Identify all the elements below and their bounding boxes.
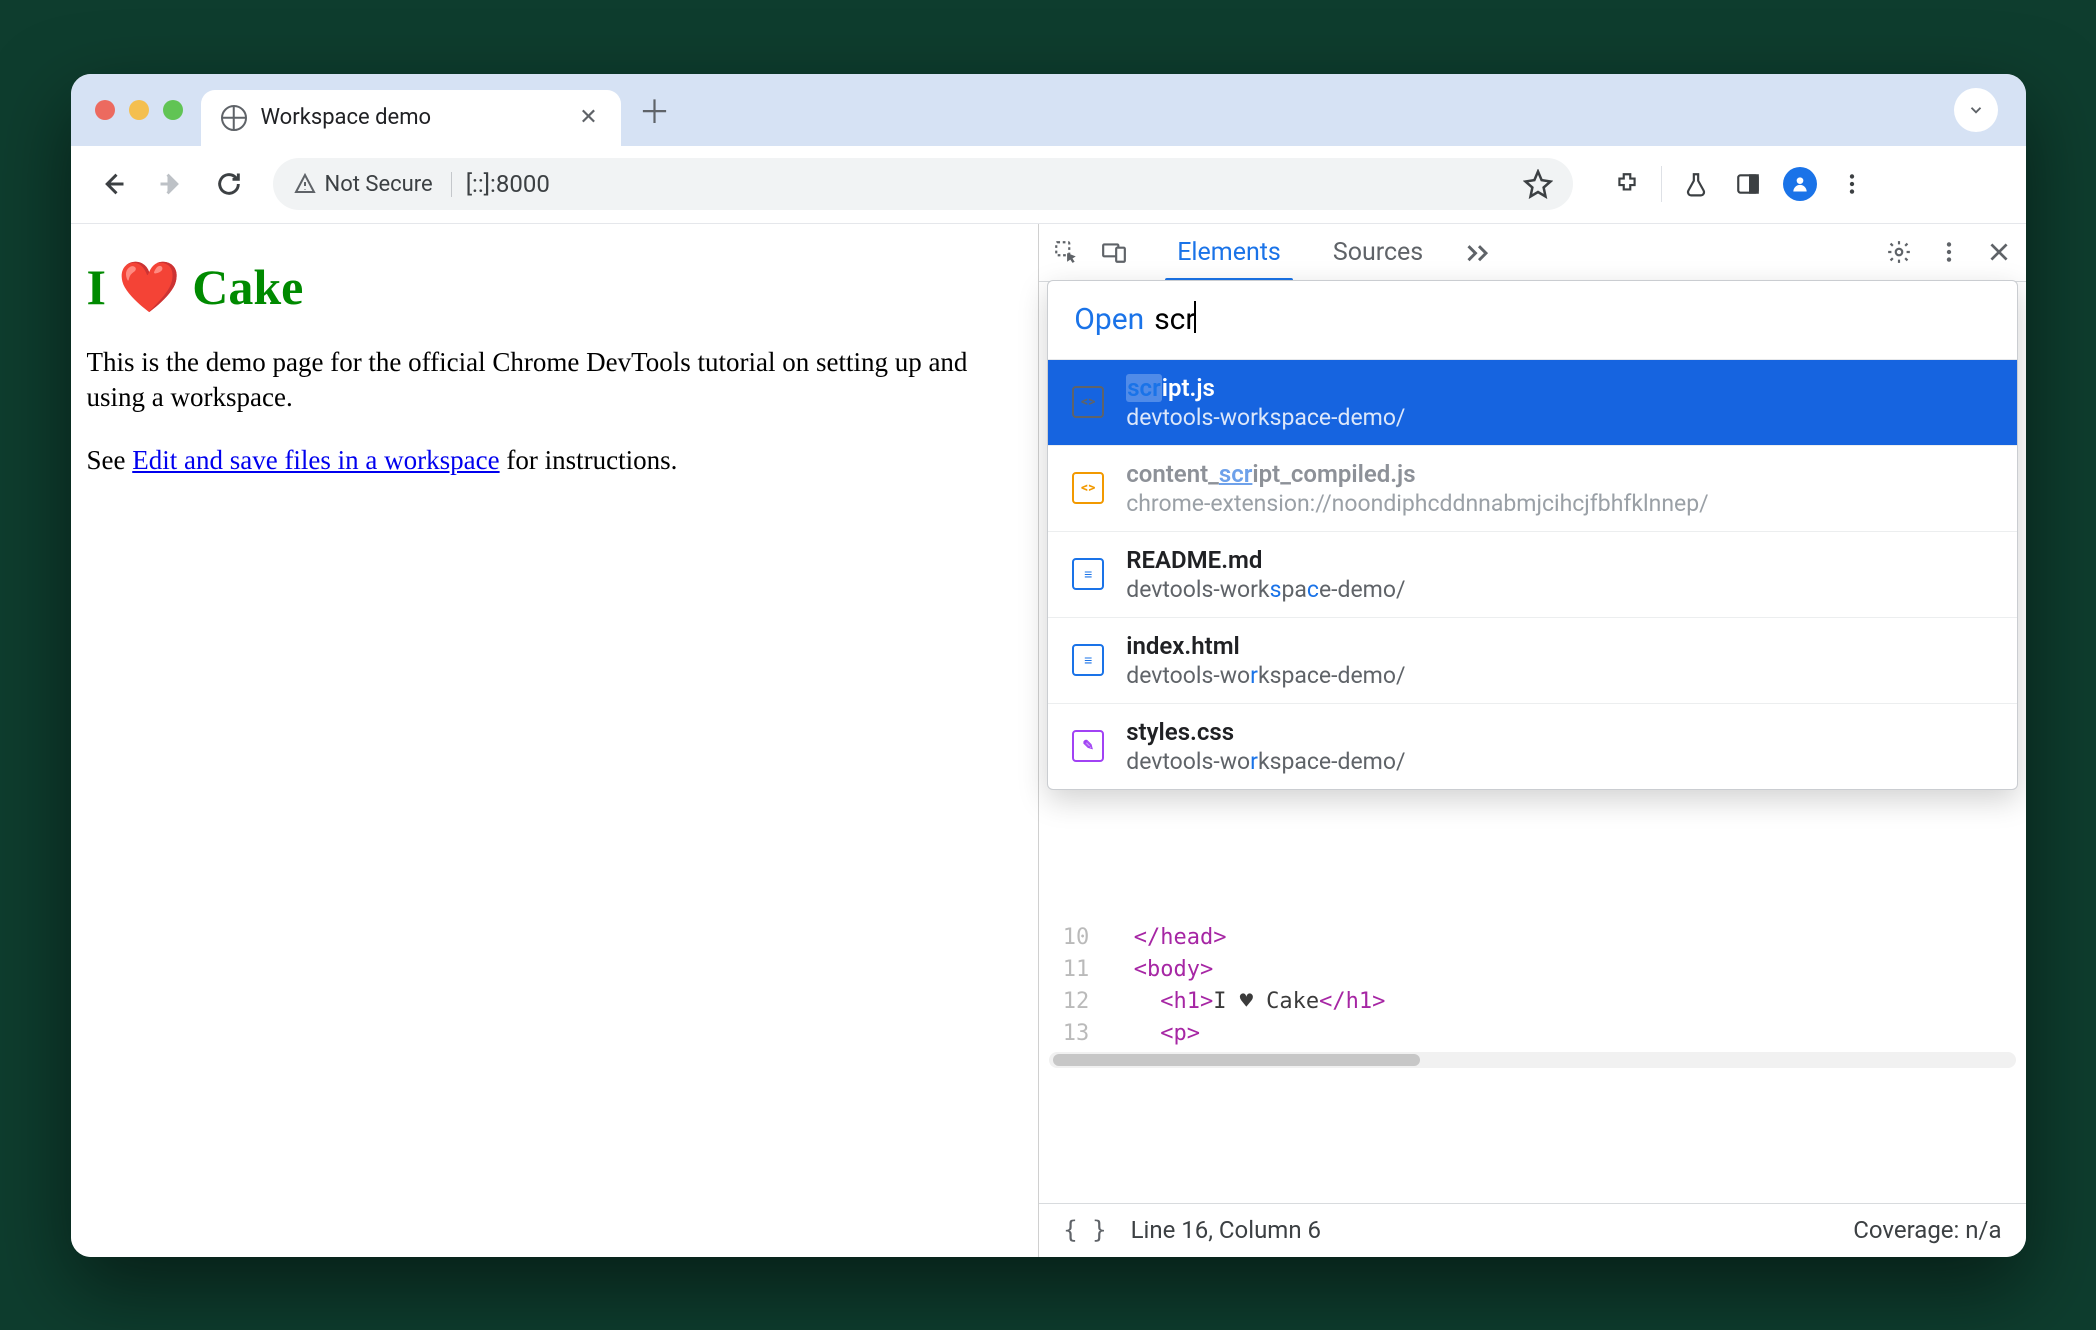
result-filename: script.js [1126, 374, 1405, 402]
code-text: <p> [1107, 1018, 1200, 1050]
result-path: devtools-workspace-demo/ [1126, 404, 1405, 431]
content-area: I ❤️ Cake This is the demo page for the … [71, 224, 2026, 1257]
window-minimize[interactable] [129, 100, 149, 120]
open-file-result[interactable]: ✎ styles.cssdevtools-workspace-demo/ [1048, 704, 2016, 789]
scrollbar-thumb[interactable] [1053, 1054, 1420, 1066]
profile-button[interactable] [1776, 160, 1824, 208]
avatar-icon [1783, 167, 1817, 201]
open-file-result[interactable]: ≡ README.mddevtools-workspace-demo/ [1048, 532, 2016, 618]
page-heading: I ❤️ Cake [87, 258, 1023, 317]
browser-toolbar: Not Secure [::]:8000 [71, 146, 2026, 224]
open-file-result[interactable]: ≡ index.htmldevtools-workspace-demo/ [1048, 618, 2016, 704]
side-panel-button[interactable] [1724, 160, 1772, 208]
kebab-menu-icon[interactable] [1934, 237, 1964, 267]
window-maximize[interactable] [163, 100, 183, 120]
inspect-icon[interactable] [1051, 237, 1081, 267]
result-filename: index.html [1126, 632, 1405, 660]
script-file-icon: <> [1072, 472, 1104, 504]
tab-elements[interactable]: Elements [1151, 224, 1307, 281]
open-query: scr [1154, 301, 1195, 337]
code-line[interactable]: 11 <body> [1039, 954, 2025, 986]
pretty-print-icon[interactable]: { } [1063, 1216, 1106, 1244]
page-paragraph-1: This is the demo page for the official C… [87, 345, 1023, 415]
device-mode-icon[interactable] [1099, 237, 1129, 267]
script-file-icon: <> [1072, 386, 1104, 418]
page-paragraph-2: See Edit and save files in a workspace f… [87, 443, 1023, 478]
tab-title: Workspace demo [261, 105, 563, 130]
open-file-input[interactable]: Open scr [1048, 281, 2016, 360]
tab-sources[interactable]: Sources [1307, 224, 1449, 281]
traffic-lights [81, 100, 201, 120]
code-line[interactable]: 13 <p> [1039, 1018, 2025, 1050]
security-label: Not Secure [325, 172, 433, 197]
back-button[interactable] [89, 160, 137, 208]
line-number: 12 [1039, 986, 1107, 1018]
globe-icon [221, 105, 247, 131]
bookmark-button[interactable] [1523, 169, 1553, 199]
text-caret [1194, 301, 1196, 333]
line-number: 11 [1039, 954, 1107, 986]
code-text: </head> [1107, 922, 1226, 954]
open-file-result[interactable]: <> content_script_compiled.jschrome-exten… [1048, 446, 2016, 532]
window-close[interactable] [95, 100, 115, 120]
code-text: <body> [1107, 954, 1213, 986]
result-path: devtools-workspace-demo/ [1126, 576, 1405, 603]
stylesheet-file-icon: ✎ [1072, 730, 1104, 762]
document-file-icon: ≡ [1072, 558, 1104, 590]
rendered-page: I ❤️ Cake This is the demo page for the … [71, 224, 1039, 1257]
tabs-overflow-icon[interactable] [1449, 224, 1509, 281]
devtools-panel: Elements Sources [1038, 224, 2025, 1257]
result-filename: content_script_compiled.js [1126, 460, 1708, 488]
devtools-statusbar: { } Line 16, Column 6 Coverage: n/a [1039, 1203, 2025, 1257]
divider [1661, 166, 1662, 202]
devtools-body: 10 </head>11 <body>12 <h1>I ♥ Cake</h1>1… [1039, 282, 2025, 1203]
devtools-tabbar: Elements Sources [1039, 224, 2025, 282]
settings-icon[interactable] [1884, 237, 1914, 267]
horizontal-scrollbar[interactable] [1049, 1052, 2015, 1068]
open-label: Open [1074, 302, 1144, 337]
result-path: chrome-extension://noondiphcddnnabmjcihc… [1126, 490, 1708, 517]
tab-strip: Workspace demo ✕ ＋ [71, 74, 2026, 146]
coverage-status: Coverage: n/a [1853, 1216, 2001, 1244]
browser-tab[interactable]: Workspace demo ✕ [201, 90, 621, 146]
new-tab-button[interactable]: ＋ [633, 88, 677, 132]
result-path: devtools-workspace-demo/ [1126, 748, 1405, 775]
menu-button[interactable] [1828, 160, 1876, 208]
line-number: 13 [1039, 1018, 1107, 1050]
search-tabs-button[interactable] [1954, 88, 1998, 132]
reload-button[interactable] [205, 160, 253, 208]
security-chip[interactable]: Not Secure [293, 172, 452, 197]
cursor-position: Line 16, Column 6 [1131, 1216, 1321, 1244]
tutorial-link[interactable]: Edit and save files in a workspace [132, 445, 499, 475]
result-filename: README.md [1126, 546, 1405, 574]
forward-button[interactable] [147, 160, 195, 208]
heart-icon: ❤️ [118, 258, 180, 317]
code-line[interactable]: 10 </head> [1039, 922, 2025, 954]
labs-button[interactable] [1672, 160, 1720, 208]
open-file-results: <>script.jsdevtools-workspace-demo/<>con… [1048, 360, 2016, 789]
address-bar[interactable]: Not Secure [::]:8000 [273, 158, 1573, 210]
line-number: 10 [1039, 922, 1107, 954]
open-file-result[interactable]: <> script.jsdevtools-workspace-demo/ [1048, 360, 2016, 446]
url-text: [::]:8000 [466, 170, 550, 198]
tab-close-button[interactable]: ✕ [577, 105, 601, 130]
code-line[interactable]: 12 <h1>I ♥ Cake</h1> [1039, 986, 2025, 1018]
document-file-icon: ≡ [1072, 644, 1104, 676]
result-path: devtools-workspace-demo/ [1126, 662, 1405, 689]
extensions-button[interactable] [1603, 160, 1651, 208]
code-text: <h1>I ♥ Cake</h1> [1107, 986, 1385, 1018]
result-filename: styles.css [1126, 718, 1405, 746]
close-devtools-icon[interactable] [1984, 237, 2014, 267]
browser-window: Workspace demo ✕ ＋ Not Secure [::]:8000 [71, 74, 2026, 1257]
open-file-dialog: Open scr <>script.jsdevtools-workspace-d… [1047, 280, 2017, 790]
